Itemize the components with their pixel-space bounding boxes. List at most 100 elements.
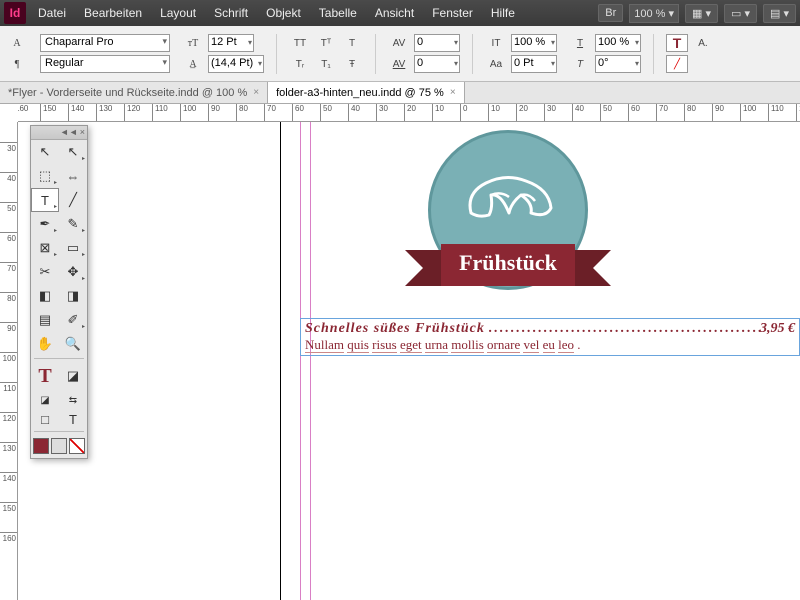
ribbon: Frühstück	[398, 244, 618, 286]
tool-note[interactable]: ▤	[31, 308, 59, 332]
horizontal-ruler[interactable]: 1601501401301201101009080706050403020100…	[18, 104, 800, 122]
menu-body-line: Nullam quis risus eget urna mollis ornar…	[305, 337, 795, 353]
arrange-button[interactable]: ▤ ▾	[763, 4, 796, 23]
bridge-button[interactable]: Br	[598, 4, 623, 22]
top-right-controls: Br 100 % ▾ ▦ ▾ ▭ ▾ ▤ ▾	[598, 4, 796, 23]
menu-heading: Schnelles süßes Frühstück	[305, 321, 485, 337]
superscript-icon[interactable]: Tᵀ	[315, 34, 337, 52]
ribbon-end-right	[575, 250, 611, 286]
menu-layout[interactable]: Layout	[152, 2, 204, 24]
ribbon-end-left	[405, 250, 441, 286]
tracking-field[interactable]: 0	[414, 55, 460, 73]
fill-color-icon[interactable]: T	[666, 34, 688, 52]
stroke-none-icon[interactable]: ╱	[666, 55, 688, 73]
tool-default-fs[interactable]: ◪	[31, 391, 59, 409]
baseline-icon: Aa	[485, 55, 507, 73]
tool-gap[interactable]: ⇔	[59, 164, 87, 188]
tool-hand[interactable]: ✋	[31, 332, 59, 356]
font-size-icon: ᴛT	[182, 34, 204, 52]
tool-gradient-feather[interactable]: ◨	[59, 284, 87, 308]
canvas[interactable]: Frühstück Schnelles süßes Frühstück ....…	[18, 122, 800, 600]
screen-mode-button[interactable]: ▭ ▾	[724, 4, 757, 23]
tool-line[interactable]: ╱	[59, 188, 87, 212]
tab-close-icon[interactable]: ×	[253, 87, 259, 98]
para-mode-icon[interactable]: ¶	[6, 55, 28, 73]
tool-apply-T[interactable]: T	[59, 409, 87, 429]
menu-hilfe[interactable]: Hilfe	[483, 2, 523, 24]
tool-gradient-swatch[interactable]: ◧	[31, 284, 59, 308]
menu-ansicht[interactable]: Ansicht	[367, 2, 422, 24]
subscript-icon[interactable]: T₁	[315, 55, 337, 73]
allcaps-icon[interactable]: TT	[289, 34, 311, 52]
ribbon-label: Frühstück	[441, 244, 575, 286]
tools-panel-header[interactable]: ◄◄ ×	[31, 126, 87, 140]
font-family-select[interactable]: Chaparral Pro	[40, 34, 170, 52]
vscale-field[interactable]: 100 %	[511, 34, 557, 52]
char-mode-icon[interactable]: A	[6, 34, 28, 52]
menu-fenster[interactable]: Fenster	[424, 2, 481, 24]
tab-label: folder-a3-hinten_neu.indd @ 75 %	[276, 87, 444, 99]
text-frame[interactable]: Schnelles süßes Frühstück ..............…	[300, 318, 800, 356]
zoom-value: 100 %	[634, 8, 665, 20]
tool-fill-T[interactable]: T	[31, 361, 59, 391]
app-logo: Id	[4, 2, 26, 24]
document-tab[interactable]: *Flyer - Vorderseite und Rückseite.indd …	[0, 82, 268, 103]
body-word: urna	[425, 337, 448, 353]
menu-heading-line: Schnelles süßes Frühstück ..............…	[305, 321, 795, 337]
zoom-select[interactable]: 100 % ▾	[629, 4, 679, 23]
strikethrough-icon[interactable]: Ŧ	[341, 55, 363, 73]
tool-pencil[interactable]: ✎▸	[59, 212, 87, 236]
leader-dots: ........................................…	[485, 321, 760, 337]
tool-zoom[interactable]: 🔍	[59, 332, 87, 356]
skew-field[interactable]: 0°	[595, 55, 641, 73]
tool-swap-fs[interactable]: ⇆	[59, 391, 87, 409]
tool-direct-selection[interactable]: ↖▸	[59, 140, 87, 164]
smallcaps-icon[interactable]: Tᵣ	[289, 55, 311, 73]
hscale-field[interactable]: 100 %	[595, 34, 641, 52]
tool-stroke-swap[interactable]: ◪	[59, 361, 87, 391]
font-size-field[interactable]: 12 Pt	[208, 34, 254, 52]
tool-scissors[interactable]: ✂	[31, 260, 59, 284]
page-edge-left	[280, 122, 281, 600]
tools-panel[interactable]: ◄◄ × ↖↖▸⬚▸⇔T▸╱✒▸✎▸⊠▸▭▸✂✥▸◧◨▤✐▸✋🔍T◪◪⇆□T	[30, 125, 88, 459]
menu-price: 3,95 €	[760, 321, 795, 337]
tool-free-transform[interactable]: ✥▸	[59, 260, 87, 284]
tool-apply-color[interactable]: □	[31, 409, 59, 429]
menu-bearbeiten[interactable]: Bearbeiten	[76, 2, 150, 24]
leading-icon: A̲	[182, 55, 204, 73]
close-icon[interactable]: ×	[80, 127, 85, 138]
menu-objekt[interactable]: Objekt	[258, 2, 309, 24]
kerning-icon: AV	[388, 34, 410, 52]
vertical-ruler[interactable]: 2030405060708090100110120130140150160	[0, 122, 18, 600]
tool-type[interactable]: T▸	[31, 188, 59, 212]
menu-tabelle[interactable]: Tabelle	[311, 2, 365, 24]
menu-schrift[interactable]: Schrift	[206, 2, 256, 24]
tool-rectangle[interactable]: ▭▸	[59, 236, 87, 260]
body-word: eu	[543, 337, 555, 353]
document-tab[interactable]: folder-a3-hinten_neu.indd @ 75 % ×	[268, 82, 465, 103]
tool-page[interactable]: ⬚▸	[31, 164, 59, 188]
menu-datei[interactable]: Datei	[30, 2, 74, 24]
leading-field[interactable]: (14,4 Pt)	[208, 55, 264, 73]
baseline-field[interactable]: 0 Pt	[511, 55, 557, 73]
tool-pen[interactable]: ✒▸	[31, 212, 59, 236]
view-options-button[interactable]: ▦ ▾	[685, 4, 718, 23]
collapse-icon[interactable]: ◄◄	[60, 127, 78, 138]
font-style-select[interactable]: Regular	[40, 55, 170, 73]
underline-icon[interactable]: T	[341, 34, 363, 52]
menu-bar-container: Id DateiBearbeitenLayoutSchriftObjektTab…	[0, 0, 800, 26]
hscale-icon: T	[569, 34, 591, 52]
vscale-icon: IT	[485, 34, 507, 52]
swatch[interactable]	[51, 438, 67, 454]
swatch[interactable]	[69, 438, 85, 454]
tab-close-icon[interactable]: ×	[450, 87, 456, 98]
char-style-icon[interactable]: A.	[692, 34, 714, 52]
swatch[interactable]	[33, 438, 49, 454]
kerning-field[interactable]: 0	[414, 34, 460, 52]
body-word: leo	[558, 337, 574, 353]
body-word: ornare	[487, 337, 520, 353]
tool-rectangle-frame[interactable]: ⊠▸	[31, 236, 59, 260]
tool-selection[interactable]: ↖	[31, 140, 59, 164]
tool-eyedropper[interactable]: ✐▸	[59, 308, 87, 332]
margin-guide-left	[300, 122, 301, 600]
